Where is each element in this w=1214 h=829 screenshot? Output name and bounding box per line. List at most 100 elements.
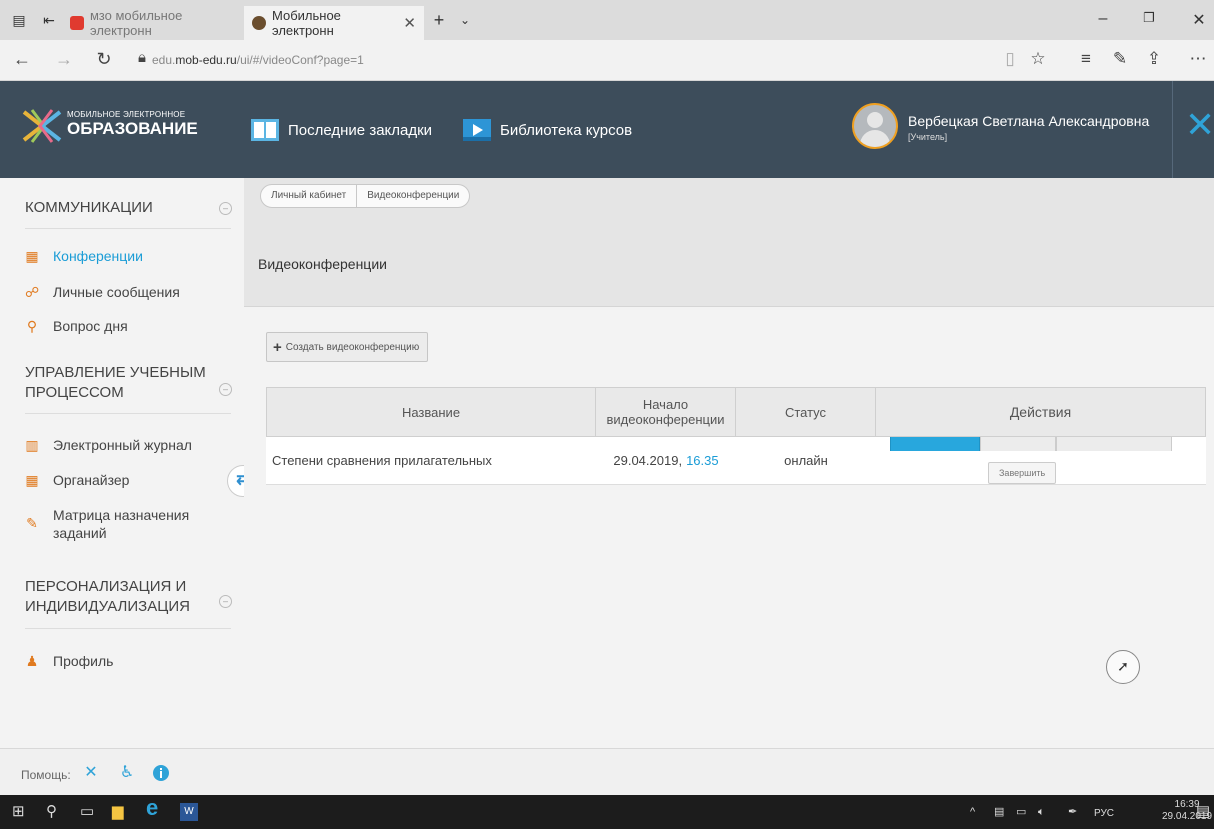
edit-icon: ✎ [26, 515, 38, 531]
main-content: + Создать видеоконференцию Название Нача… [244, 307, 1214, 748]
conference-icon: ▦ [25, 248, 39, 264]
sidebar-item-label: Электронный журнал [53, 437, 192, 453]
finish-button[interactable]: Завершить [988, 462, 1057, 484]
word-icon[interactable]: W [180, 803, 198, 821]
sidebar-item-organizer[interactable]: ▦ Органайзер [25, 471, 129, 489]
logo-title: ОБРАЗОВАНИЕ [67, 119, 198, 138]
column-header-name[interactable]: Название [266, 387, 596, 437]
url-prefix: edu. [152, 53, 176, 67]
site-logo[interactable]: МОБИЛЬНОЕ ЭЛЕКТРОННОЕ ОБРАЗОВАНИЕ [22, 106, 202, 146]
pen-icon[interactable]: ✒ [1068, 803, 1077, 821]
cursor-icon: ➚ [1106, 650, 1140, 684]
hub-icon[interactable]: ≡ [1074, 49, 1098, 69]
refresh-icon[interactable]: ↻ [92, 49, 116, 70]
window-close-icon[interactable]: ✕ [1184, 10, 1214, 30]
notifications-icon[interactable]: ▤ [1196, 803, 1210, 821]
language-indicator[interactable]: РУС [1094, 805, 1114, 823]
tab-close-icon[interactable]: ✕ [403, 14, 416, 32]
sidebar-item-messages[interactable]: ☍ Личные сообщения [25, 283, 180, 301]
network-icon[interactable]: ▤ [994, 803, 1004, 821]
yandex-favicon-icon [70, 16, 84, 30]
video-library-icon [463, 119, 491, 141]
journal-icon: ▥ [25, 437, 39, 453]
recording-button[interactable] [1056, 437, 1172, 451]
tab-list-chevron-icon[interactable]: ⌄ [456, 11, 474, 29]
sidebar-item-profile[interactable]: ♟ Профиль [25, 652, 114, 670]
url-path: /ui/#/videoConf?page=1 [236, 53, 364, 67]
url-domain: mob-edu.ru [175, 53, 237, 67]
url-field[interactable]: edu.mob-edu.ru/ui/#/videoConf?page=1 [152, 53, 364, 67]
search-icon[interactable]: ⚲ [46, 803, 57, 821]
minimize-icon[interactable]: – [1088, 10, 1118, 28]
header-close-button[interactable]: ✕ [1172, 81, 1214, 178]
course-library-link[interactable]: Библиотека курсов [462, 117, 632, 143]
view-button[interactable] [980, 437, 1056, 451]
column-header-status[interactable]: Статус [736, 387, 876, 437]
windows-taskbar: ⊞ ⚲ ▭ ▆ e W ^ ▤ ▭ 🔈︎ ✒ РУС 16:39 29.04.2… [0, 795, 1214, 829]
web-note-icon[interactable]: ✎ [1108, 49, 1132, 69]
display-icon[interactable]: ▭ [1016, 803, 1026, 821]
divider [25, 628, 231, 629]
sidebar-item-label: Матрица назначения заданий [53, 507, 190, 541]
reading-view-icon[interactable]: ▯ [998, 49, 1022, 69]
show-hidden-icons-icon[interactable]: ^ [970, 803, 975, 821]
volume-icon[interactable]: 🔈︎ [1038, 803, 1045, 821]
back-arrow-icon[interactable]: ← [10, 49, 34, 70]
maximize-icon[interactable]: ❐ [1134, 10, 1164, 26]
browser-tab-bar: ▤ ⇤ мзо мобильное электронн Мобильное эл… [0, 0, 1214, 40]
close-icon: ✕ [1185, 104, 1214, 145]
forward-arrow-icon[interactable]: → [52, 49, 76, 70]
tab-mzo[interactable]: мзо мобильное электронн [62, 6, 242, 40]
app-header: МОБИЛЬНОЕ ЭЛЕКТРОННОЕ ОБРАЗОВАНИЕ Послед… [0, 81, 1214, 178]
help-info-icon[interactable] [152, 764, 170, 782]
start-windows-icon[interactable]: ⊞ [12, 803, 25, 821]
column-header-start[interactable]: Начало видеоконференции [596, 387, 736, 437]
join-button[interactable] [890, 437, 980, 451]
sidebar-item-question-of-day[interactable]: ⚲ Вопрос дня [25, 317, 128, 335]
conference-name[interactable]: Степени сравнения прилагательных [266, 437, 596, 485]
more-icon[interactable]: ⋯ [1186, 49, 1210, 69]
collapse-section-icon[interactable]: – [219, 202, 232, 215]
file-explorer-icon[interactable]: ▆ [112, 803, 124, 821]
actions-scroll-area [890, 437, 1172, 451]
new-tab-icon[interactable]: + [430, 11, 448, 29]
help-support-icon[interactable]: ♿︎ [118, 764, 136, 782]
lock-icon: 🔒︎ [138, 49, 146, 66]
edge-browser-icon[interactable]: e [146, 797, 158, 819]
divider [25, 413, 231, 414]
collapse-section-icon[interactable]: – [219, 383, 232, 396]
create-button-label: Создать видеоконференцию [285, 341, 420, 353]
tab-mobile-edu[interactable]: Мобильное электронн ✕ [244, 6, 424, 40]
site-favicon-icon [252, 16, 266, 30]
section-title-learning-management: УПРАВЛЕНИЕ УЧЕБНЫМ ПРОЦЕССОМ [25, 364, 206, 401]
collapse-section-icon[interactable]: – [219, 595, 232, 608]
set-aside-tabs-icon[interactable]: ⇤ [40, 11, 58, 29]
sidebar-item-conferences[interactable]: ▦ Конференции [25, 247, 143, 265]
logo-subtitle: МОБИЛЬНОЕ ЭЛЕКТРОННОЕ [67, 110, 186, 119]
sidebar-item-label: Органайзер [53, 472, 130, 488]
recent-bookmarks-link[interactable]: Последние закладки [250, 117, 432, 143]
recent-bookmarks-label: Последние закладки [288, 121, 433, 139]
book-icon [251, 119, 279, 141]
task-view-icon[interactable]: ▭ [80, 803, 94, 821]
sidebar-item-assignment-matrix[interactable]: ✎ Матрица назначения заданий [25, 506, 189, 542]
sidebar-item-label: Личные сообщения [53, 284, 180, 300]
help-tools-icon[interactable]: ✕ [82, 764, 100, 782]
favorite-star-icon[interactable]: ☆ [1026, 49, 1050, 69]
breadcrumb-item-videoconferences[interactable]: Видеоконференции [357, 184, 471, 208]
breadcrumb-item-cabinet[interactable]: Личный кабинет [260, 184, 358, 208]
user-name[interactable]: Вербецкая Светлана Александровна [908, 113, 1149, 129]
course-library-label: Библиотека курсов [500, 121, 633, 139]
create-videoconference-button[interactable]: + Создать видеоконференцию [266, 332, 429, 362]
sidebar-item-journal[interactable]: ▥ Электронный журнал [25, 436, 192, 454]
user-icon: ♟ [25, 653, 39, 669]
share-icon[interactable]: ⇪ [1142, 49, 1166, 69]
tab-manager-icon[interactable]: ▤ [10, 11, 28, 29]
sidebar-item-label: Вопрос дня [53, 318, 128, 334]
sidebar: КОММУНИКАЦИИ – ▦ Конференции ☍ Личные со… [0, 178, 259, 748]
help-bar: Помощь: ✕ ♿︎ [0, 748, 1214, 796]
section-title-communications: КОММУНИКАЦИИ [25, 199, 153, 216]
status-badge: онлайн [736, 437, 876, 485]
help-label: Помощь: [21, 768, 71, 782]
avatar[interactable] [852, 103, 898, 149]
